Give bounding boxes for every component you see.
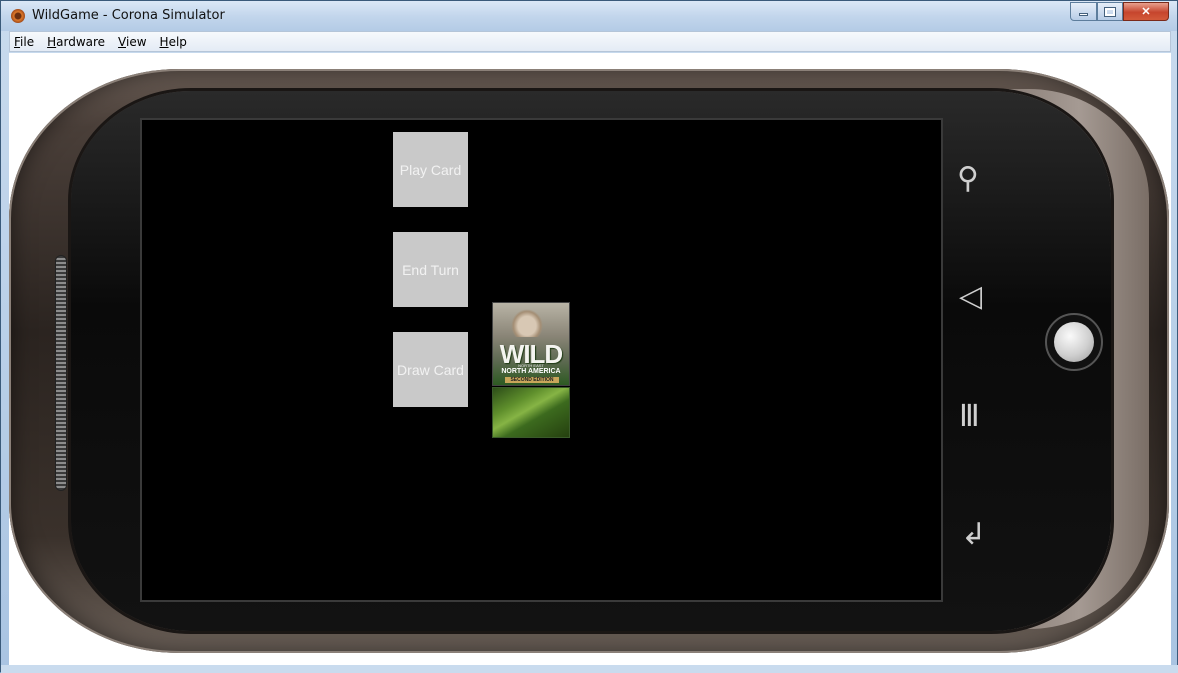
minimize-button[interactable]: [1070, 2, 1097, 21]
trackball[interactable]: [1045, 313, 1103, 371]
simulator-window: WildGame - Corona Simulator ✕ File Hardw…: [0, 0, 1178, 673]
fox-image: [511, 309, 543, 337]
title-bar[interactable]: WildGame - Corona Simulator ✕: [1, 1, 1177, 31]
maximize-button[interactable]: [1097, 2, 1123, 21]
search-key-icon[interactable]: ⚲: [957, 161, 979, 196]
menu-bar: File Hardware View Help: [9, 31, 1171, 52]
maximize-icon: [1104, 6, 1116, 17]
device-skin: Play Card End Turn Draw Card WILD NORTH …: [9, 69, 1169, 653]
play-card-button[interactable]: Play Card: [393, 132, 468, 207]
menu-hardware[interactable]: Hardware: [47, 35, 105, 49]
menu-view[interactable]: View: [118, 35, 146, 49]
wild-card-deck[interactable]: WILD NORTH EAST NORTH AMERICA SECOND EDI…: [492, 302, 570, 386]
draw-card-button[interactable]: Draw Card: [393, 332, 468, 407]
window-title: WildGame - Corona Simulator: [32, 8, 225, 23]
minimize-icon: [1079, 13, 1088, 16]
simulator-viewport: Play Card End Turn Draw Card WILD NORTH …: [9, 53, 1171, 665]
trackball-ball: [1054, 322, 1094, 362]
corona-app-icon[interactable]: [11, 9, 25, 23]
speaker-grille: [55, 255, 67, 491]
return-key-icon[interactable]: ↲: [961, 517, 986, 552]
menu-file[interactable]: File: [14, 35, 34, 49]
menu-key-icon[interactable]: Ⅲ: [959, 399, 980, 434]
close-button[interactable]: ✕: [1123, 2, 1169, 21]
card-edition: SECOND EDITION: [505, 377, 559, 383]
window-controls: ✕: [1070, 2, 1169, 21]
back-key-icon[interactable]: ◁: [959, 279, 982, 314]
menu-help[interactable]: Help: [160, 35, 187, 49]
device-screen[interactable]: Play Card End Turn Draw Card WILD NORTH …: [140, 118, 943, 602]
leaf-card[interactable]: [492, 387, 570, 438]
end-turn-button[interactable]: End Turn: [393, 232, 468, 307]
card-subtitle: NORTH AMERICA: [501, 368, 561, 375]
